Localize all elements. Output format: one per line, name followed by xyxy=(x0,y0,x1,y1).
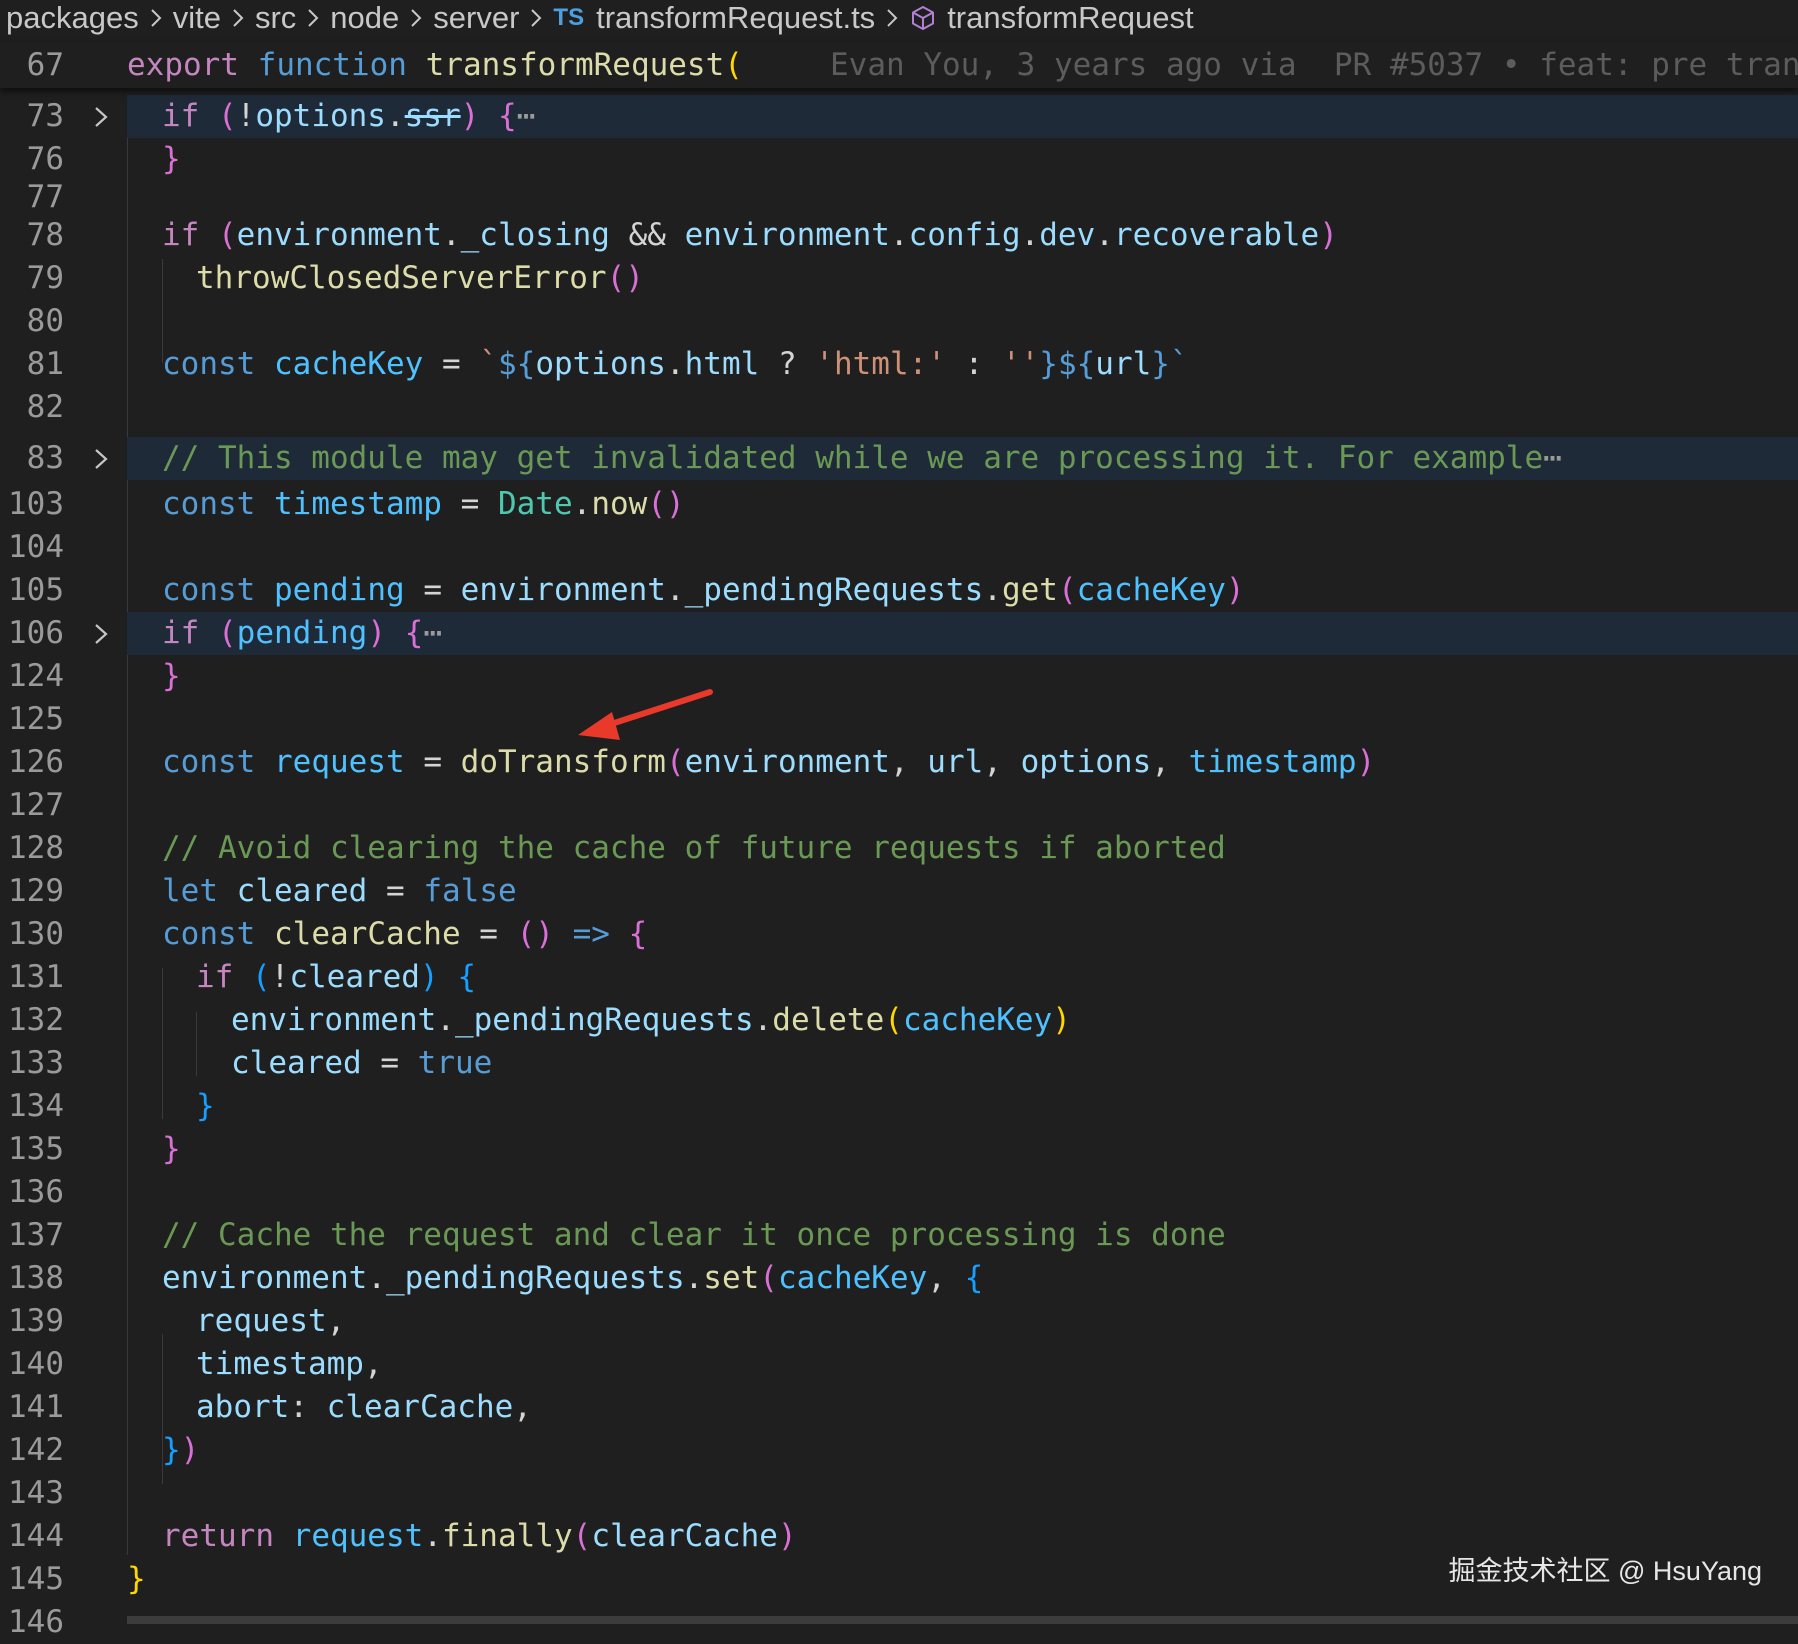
watermark: 掘金技术社区 @ HsuYang xyxy=(1448,1556,1762,1586)
horizontal-scrollbar[interactable] xyxy=(127,1616,1798,1624)
annotation-arrow-icon xyxy=(578,689,713,740)
